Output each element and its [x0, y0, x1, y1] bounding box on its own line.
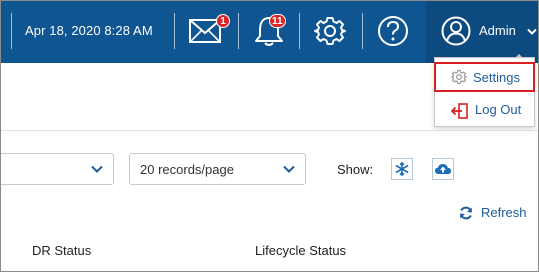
settings-button[interactable]: [312, 14, 348, 48]
chevron-down-icon: [527, 28, 537, 35]
menu-item-log-out[interactable]: Log Out: [435, 96, 534, 126]
snowflake-icon: [395, 162, 409, 176]
messages-badge: 1: [216, 14, 230, 28]
user-avatar-icon: [441, 16, 471, 46]
notifications-button[interactable]: 11: [251, 14, 287, 48]
divider: [11, 13, 12, 49]
menu-item-log-out-label: Log Out: [475, 102, 522, 117]
column-header-dr-status[interactable]: DR Status: [32, 243, 91, 258]
records-per-page-value: 20 records/page: [140, 162, 234, 177]
user-dropdown-menu: Settings Log Out: [434, 57, 535, 127]
user-name-label: Admin: [479, 23, 516, 38]
app-frame: Apr 18, 2020 8:28 AM 1 11 Admin 20 recor…: [0, 0, 539, 272]
divider: [174, 13, 175, 49]
logout-icon: [451, 103, 468, 119]
top-bar: Apr 18, 2020 8:28 AM 1 11 Admin: [1, 1, 538, 63]
menu-item-settings-label: Settings: [473, 70, 520, 85]
filter-select[interactable]: [1, 153, 114, 185]
menu-item-settings[interactable]: Settings: [434, 62, 535, 92]
freeze-toggle-button[interactable]: [391, 158, 413, 180]
section-divider: [1, 130, 538, 131]
notifications-badge: 11: [269, 14, 286, 28]
help-button[interactable]: [375, 14, 411, 48]
refresh-icon: [460, 206, 472, 220]
chevron-down-icon: [91, 165, 103, 173]
messages-button[interactable]: 1: [187, 14, 230, 48]
column-header-lifecycle-status[interactable]: Lifecycle Status: [255, 243, 346, 258]
refresh-label: Refresh: [481, 205, 527, 220]
cloud-upload-icon: [435, 164, 451, 174]
chevron-down-icon: [283, 165, 295, 173]
show-label: Show:: [337, 162, 374, 177]
date-time: Apr 18, 2020 8:28 AM: [25, 23, 153, 38]
records-per-page-select[interactable]: 20 records/page: [129, 153, 306, 185]
help-icon: [378, 16, 408, 46]
cloud-upload-button[interactable]: [432, 158, 454, 180]
gear-icon: [314, 17, 346, 45]
divider: [299, 13, 300, 49]
divider: [238, 13, 239, 49]
divider: [362, 13, 363, 49]
gear-icon: [451, 69, 467, 85]
